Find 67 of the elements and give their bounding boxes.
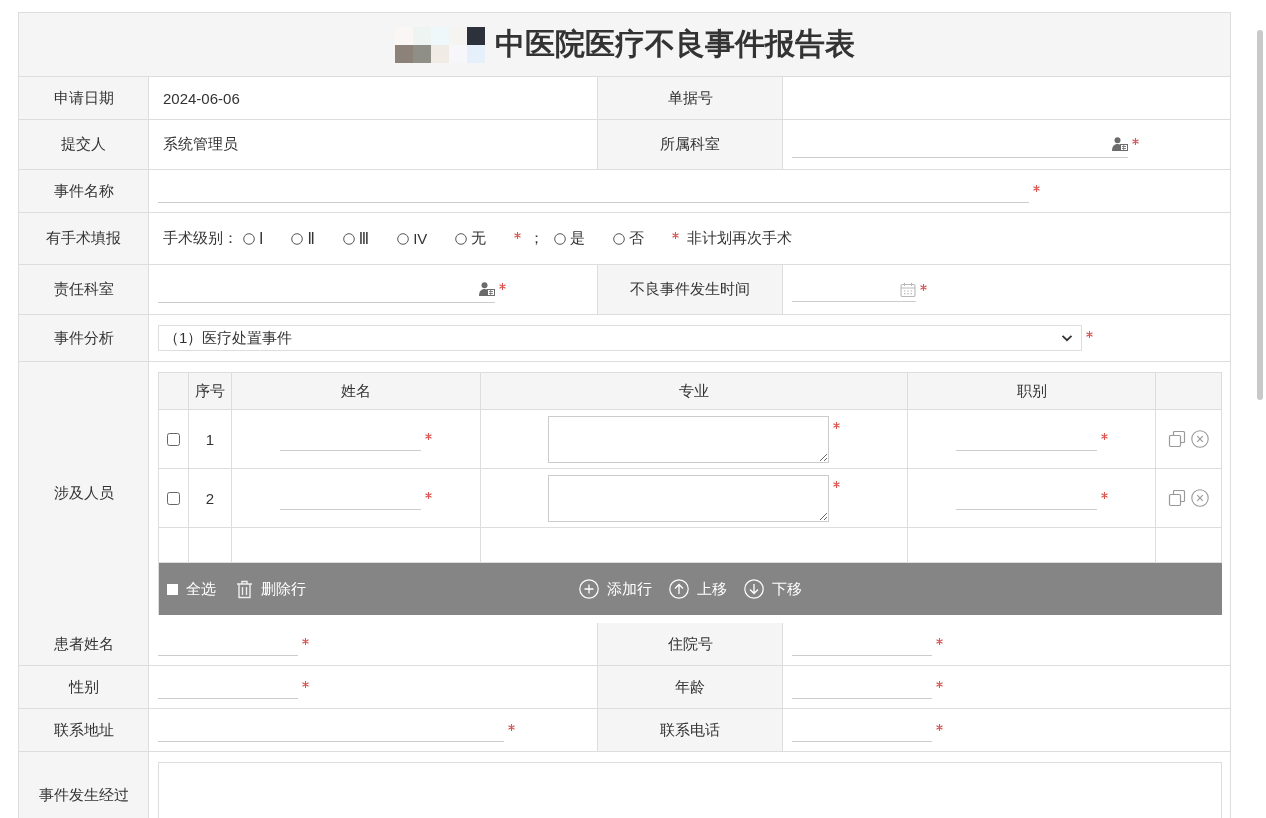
label-cell: 所属科室 — [598, 120, 783, 170]
label-cell: 住院号 — [598, 623, 783, 666]
label-cell: 事件发生经过 — [19, 752, 149, 818]
row-number: 1 — [205, 430, 215, 448]
radio-option[interactable]: 否 — [613, 229, 645, 248]
label-cell: 责任科室 — [19, 265, 149, 315]
add-row-button[interactable]: 添加行 — [579, 579, 652, 599]
label-cell: 提交人 — [19, 120, 149, 170]
remove-circle-icon[interactable] — [1191, 430, 1209, 448]
label-cell: 事件名称 — [19, 170, 149, 213]
label-cell: 有手术填报 — [19, 213, 149, 265]
radio-circle-icon[interactable] — [342, 232, 355, 245]
arrow-up-circle-icon — [669, 579, 689, 599]
square-icon — [167, 583, 178, 595]
delete-row-button[interactable]: 删除行 — [236, 579, 306, 599]
label-cell: 联系地址 — [19, 709, 149, 752]
column-header: 职别 — [908, 373, 1156, 410]
label-cell: 联系电话 — [598, 709, 783, 752]
radio-circle-icon[interactable] — [397, 232, 410, 245]
radio-circle-icon[interactable] — [243, 232, 255, 245]
radio-option[interactable]: Ⅱ — [291, 229, 315, 248]
row-checkbox[interactable] — [167, 432, 180, 446]
label-cell: 患者姓名 — [19, 623, 149, 666]
label-cell: 涉及人员 — [19, 362, 149, 625]
calendar-icon[interactable] — [900, 281, 916, 297]
select-field[interactable]: （1）医疗处置事件 — [158, 325, 1083, 351]
trash-icon — [236, 579, 253, 599]
chevron-down-icon[interactable] — [1061, 334, 1074, 342]
group-label: 手术级别： — [163, 229, 238, 248]
copy-icon[interactable] — [1168, 430, 1186, 448]
remove-circle-icon[interactable] — [1191, 489, 1209, 507]
person-card-icon[interactable] — [1112, 137, 1129, 151]
radio-option[interactable]: Ⅲ — [342, 229, 370, 248]
copy-icon[interactable] — [1168, 489, 1186, 507]
move-down-button[interactable]: 下移 — [744, 579, 802, 599]
radio-circle-icon[interactable] — [613, 232, 626, 245]
radio-option[interactable]: 是 — [554, 229, 586, 248]
radio-option[interactable]: 无 — [455, 229, 487, 248]
textarea-field[interactable] — [548, 415, 829, 463]
select-all-button[interactable]: 全选 — [167, 579, 216, 599]
column-header: 专业 — [481, 373, 908, 410]
person-card-icon[interactable] — [479, 282, 496, 296]
label-cell: 年龄 — [598, 666, 783, 709]
plus-circle-icon — [579, 579, 599, 599]
label-cell: 事件分析 — [19, 315, 149, 362]
textarea-field[interactable] — [548, 474, 829, 522]
radio-circle-icon[interactable] — [291, 232, 304, 245]
form-title: 中医院医疗不良事件报告表 — [494, 26, 855, 62]
radio-option[interactable]: IV — [397, 230, 428, 247]
label-cell: 单据号 — [598, 77, 783, 120]
label-cell: 申请日期 — [19, 77, 149, 120]
suffix-text: ； — [529, 229, 545, 248]
radio-option[interactable]: Ⅰ — [243, 229, 264, 248]
column-header: 姓名 — [232, 373, 481, 410]
label-cell: 性别 — [19, 666, 149, 709]
field-value: 系统管理员 — [163, 135, 238, 154]
field-value: 2024-06-06 — [163, 89, 240, 107]
suffix-text: 非计划再次手术 — [687, 229, 793, 248]
arrow-down-circle-icon — [744, 579, 764, 599]
row-number: 2 — [205, 489, 215, 507]
scrollbar-thumb[interactable] — [1257, 30, 1263, 400]
radio-circle-icon[interactable] — [554, 232, 567, 245]
label-cell: 不良事件发生时间 — [598, 265, 783, 315]
row-checkbox[interactable] — [167, 491, 180, 505]
move-up-button[interactable]: 上移 — [669, 579, 727, 599]
radio-circle-icon[interactable] — [455, 232, 468, 245]
column-header: 序号 — [189, 373, 232, 410]
